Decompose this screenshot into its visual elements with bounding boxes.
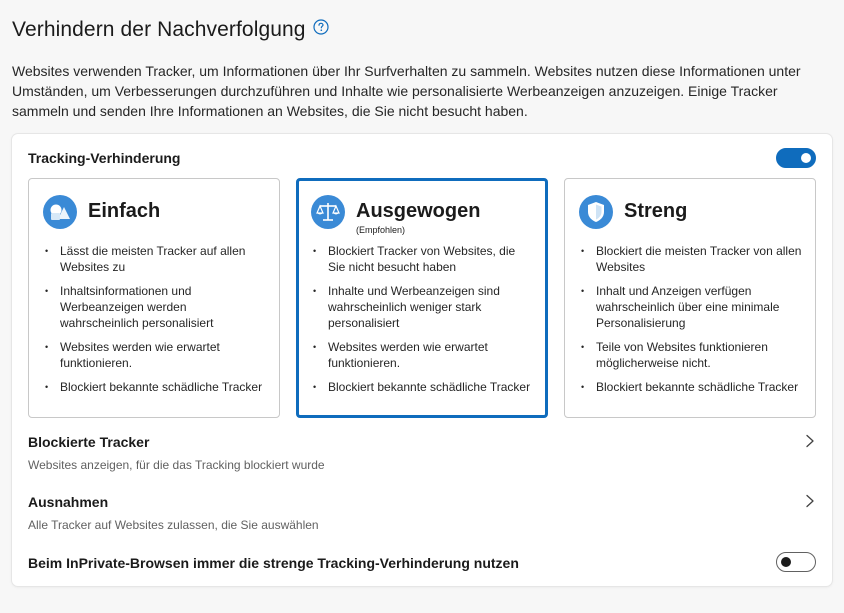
toggle-knob	[781, 557, 791, 567]
list-item: Websites werden wie erwartet funktionier…	[43, 339, 267, 371]
level-bullets-basic: Lässt die meisten Tracker auf allen Webs…	[43, 243, 267, 403]
list-item: Blockiert bekannte schädliche Tracker	[43, 379, 267, 395]
scales-icon	[311, 195, 345, 229]
list-item: Inhalt und Anzeigen verfügen wahrscheinl…	[579, 283, 803, 331]
exceptions-row[interactable]: Ausnahmen Alle Tracker auf Websites zula…	[12, 488, 832, 538]
shield-icon	[579, 195, 613, 229]
chevron-right-icon	[806, 434, 814, 448]
level-card-strict[interactable]: Streng Blockiert die meisten Tracker von…	[564, 178, 816, 418]
blocked-trackers-description: Websites anzeigen, für die das Tracking …	[28, 458, 325, 472]
level-subtitle-balanced: (Empfohlen)	[356, 225, 406, 235]
level-card-basic[interactable]: Einfach Lässt die meisten Tracker auf al…	[28, 178, 280, 418]
toggle-knob	[801, 153, 811, 163]
list-item: Blockiert Tracker von Websites, die Sie …	[311, 243, 535, 275]
list-item: Inhalte und Werbeanzeigen sind wahrschei…	[311, 283, 535, 331]
exceptions-title: Ausnahmen	[28, 494, 109, 510]
level-bullets-strict: Blockiert die meisten Tracker von allen …	[579, 243, 803, 403]
level-title-strict: Streng	[624, 200, 688, 222]
level-title-balanced: Ausgewogen	[356, 200, 481, 222]
list-item: Blockiert bekannte schädliche Tracker	[579, 379, 803, 395]
chevron-right-icon	[806, 494, 814, 508]
question-circle-icon[interactable]	[313, 19, 329, 35]
page-title: Verhindern der Nachverfolgung	[12, 18, 306, 41]
list-item: Blockiert die meisten Tracker von allen …	[579, 243, 803, 275]
list-item: Blockiert bekannte schädliche Tracker	[311, 379, 535, 395]
blocked-trackers-row[interactable]: Blockierte Tracker Websites anzeigen, fü…	[12, 428, 832, 478]
tracking-prevention-toggle[interactable]	[776, 148, 816, 168]
list-item: Lässt die meisten Tracker auf allen Webs…	[43, 243, 267, 275]
tracking-prevention-label: Tracking-Verhinderung	[28, 150, 181, 166]
list-item: Websites werden wie erwartet funktionier…	[311, 339, 535, 371]
list-item: Inhaltsinformationen und Werbeanzeigen w…	[43, 283, 267, 331]
level-card-balanced[interactable]: Ausgewogen (Empfohlen) Blockiert Tracker…	[296, 178, 548, 418]
inprivate-strict-toggle[interactable]	[776, 552, 816, 572]
exceptions-description: Alle Tracker auf Websites zulassen, die …	[28, 518, 319, 532]
level-title-basic: Einfach	[88, 200, 161, 222]
intro-text: Websites verwenden Tracker, um Informati…	[12, 63, 801, 119]
list-item: Teile von Websites funktionieren möglich…	[579, 339, 803, 371]
level-bullets-balanced: Blockiert Tracker von Websites, die Sie …	[311, 243, 535, 403]
inprivate-strict-label: Beim InPrivate-Browsen immer die strenge…	[28, 555, 519, 571]
blocked-trackers-title: Blockierte Tracker	[28, 434, 150, 450]
shapes-icon	[43, 195, 77, 229]
tracking-prevention-card: Tracking-Verhinderung Einfach Lässt die …	[12, 134, 832, 586]
